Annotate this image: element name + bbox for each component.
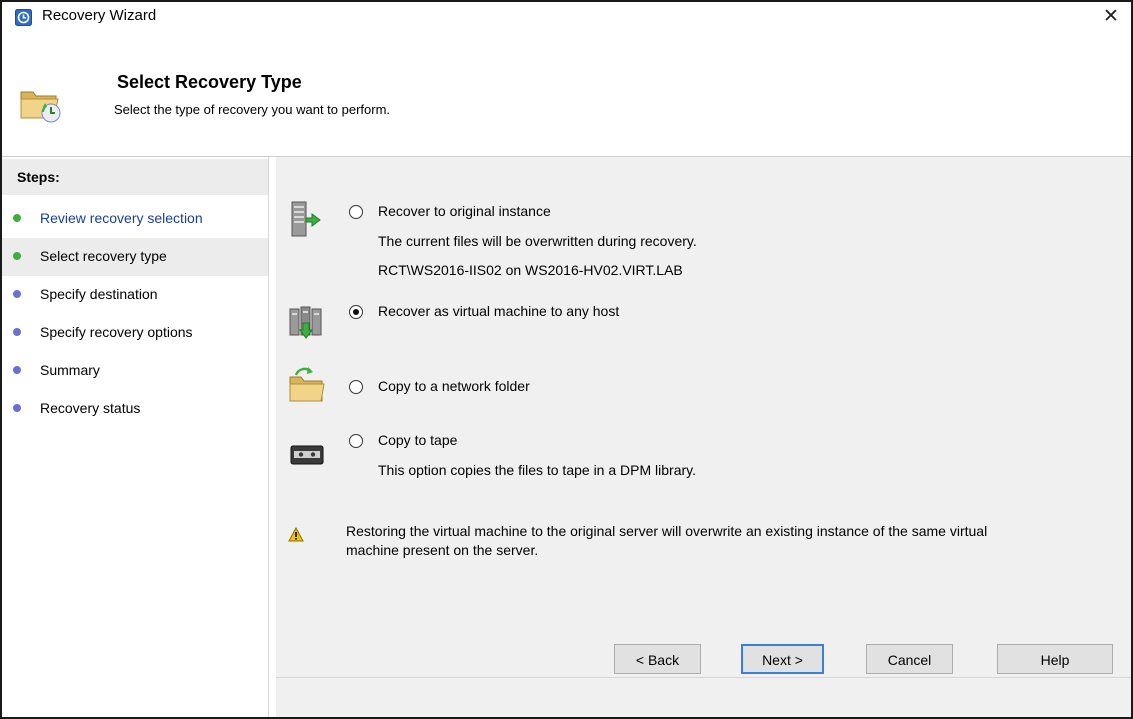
recover-virtual-machine-radio[interactable] — [349, 305, 363, 319]
button-divider — [276, 677, 1131, 678]
step-review-recovery-selection[interactable]: Review recovery selection — [2, 200, 268, 238]
step-label: Review recovery selection — [40, 210, 203, 226]
step-specify-destination: Specify destination — [2, 276, 268, 314]
recover-virtual-machine-label[interactable]: Recover as virtual machine to any host — [378, 303, 619, 319]
dpm-app-icon — [15, 9, 32, 26]
step-label: Recovery status — [40, 400, 141, 416]
copy-to-tape-label[interactable]: Copy to tape — [378, 432, 457, 448]
warning-message: Restoring the virtual machine to the ori… — [346, 522, 1131, 560]
warning-line-1: Restoring the virtual machine to the ori… — [346, 523, 988, 539]
steps-heading: Steps: — [2, 159, 268, 195]
step-status-dot — [13, 252, 21, 260]
close-button[interactable]: ✕ — [1098, 6, 1124, 28]
step-label: Select recovery type — [40, 248, 167, 264]
copy-to-network-folder-radio[interactable] — [349, 380, 363, 394]
step-label: Specify destination — [40, 286, 158, 302]
step-select-recovery-type[interactable]: Select recovery type — [2, 238, 268, 276]
title-bar: Recovery Wizard ✕ — [2, 2, 1131, 32]
next-button[interactable]: Next > — [741, 644, 824, 674]
warning-icon — [288, 527, 304, 542]
recover-original-instance-label[interactable]: Recover to original instance — [378, 203, 551, 219]
step-status-dot — [13, 328, 21, 336]
step-status-dot — [13, 366, 21, 374]
recovery-wizard-window: Recovery Wizard ✕ Select Recovery Type S… — [0, 0, 1133, 719]
back-button[interactable]: < Back — [614, 644, 701, 674]
server-restore-icon — [291, 201, 321, 237]
tape-icon — [290, 445, 324, 465]
recovery-options-pane: Recover to original instance The current… — [276, 157, 1131, 717]
step-status-dot — [13, 404, 21, 412]
step-status-dot — [13, 290, 21, 298]
page-title: Select Recovery Type — [117, 72, 302, 92]
cancel-button[interactable]: Cancel — [866, 644, 953, 674]
recover-original-instance-target: RCT\WS2016-IIS02 on WS2016-HV02.VIRT.LAB — [378, 262, 683, 278]
window-title: Recovery Wizard — [42, 7, 157, 24]
step-specify-recovery-options: Specify recovery options — [2, 314, 268, 352]
recover-original-instance-radio[interactable] — [349, 205, 363, 219]
copy-to-network-folder-label[interactable]: Copy to a network folder — [378, 378, 530, 394]
pane-divider — [268, 157, 269, 717]
network-folder-icon — [289, 367, 325, 402]
warning-line-2: machine present on the server. — [346, 542, 539, 558]
help-button[interactable]: Help — [997, 644, 1113, 674]
wizard-header: Select Recovery Type Select the type of … — [2, 32, 1131, 156]
recovery-folder-icon — [20, 91, 61, 123]
copy-to-tape-radio[interactable] — [349, 434, 363, 448]
steps-pane: Steps: Review recovery selection Select … — [2, 157, 268, 717]
step-recovery-status: Recovery status — [2, 390, 268, 428]
server-cluster-icon — [289, 306, 322, 339]
recover-original-instance-description: The current files will be overwritten du… — [378, 233, 697, 249]
step-summary: Summary — [2, 352, 268, 390]
steps-heading-label: Steps: — [17, 169, 60, 185]
copy-to-tape-description: This option copies the files to tape in … — [378, 462, 697, 478]
step-label: Summary — [40, 362, 100, 378]
step-status-dot — [13, 214, 21, 222]
step-label: Specify recovery options — [40, 324, 193, 340]
page-subtitle: Select the type of recovery you want to … — [114, 102, 391, 117]
